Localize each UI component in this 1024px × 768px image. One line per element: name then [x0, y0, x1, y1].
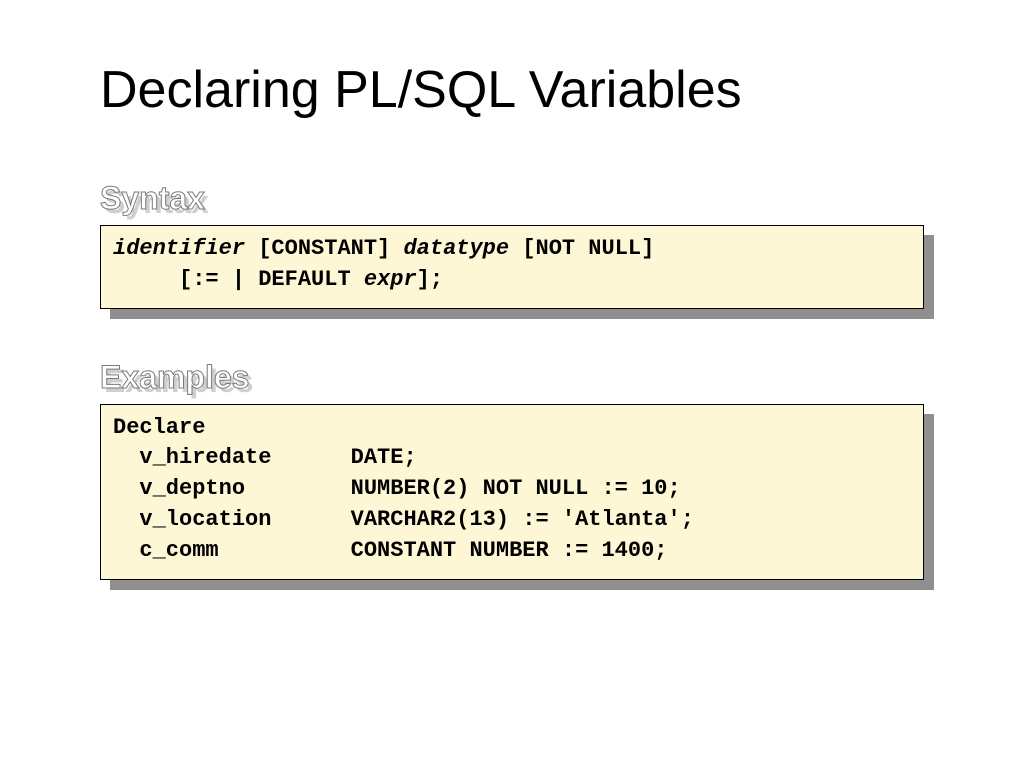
syntax-codebox: identifier [CONSTANT] datatype [NOT NULL… [100, 225, 924, 309]
syntax-token-end: ]; [417, 267, 443, 292]
examples-line-3: v_location VARCHAR2(13) := 'Atlanta'; [113, 507, 694, 532]
page-title: Declaring PL/SQL Variables [100, 60, 924, 120]
syntax-token-constant: [CONSTANT] [245, 236, 403, 261]
syntax-token-identifier: identifier [113, 236, 245, 261]
examples-line-4: c_comm CONSTANT NUMBER := 1400; [113, 538, 924, 563]
syntax-heading-front: Syntax [100, 180, 205, 216]
examples-heading: Examples Examples [100, 359, 249, 396]
syntax-token-notnull: [NOT NULL] [509, 236, 681, 261]
syntax-token-expr: expr [364, 267, 417, 292]
examples-codebox-wrap: Declare v_hiredate DATE; v_deptno NUMBER… [100, 404, 924, 580]
examples-line-2: v_deptno NUMBER(2) NOT NULL := 10; [113, 476, 681, 501]
syntax-token-indent [113, 267, 179, 292]
examples-line-0: Declare [113, 415, 205, 440]
syntax-token-datatype: datatype [403, 236, 509, 261]
slide: Declaring PL/SQL Variables Syntax Syntax… [0, 0, 1024, 768]
syntax-codebox-wrap: identifier [CONSTANT] datatype [NOT NULL… [100, 225, 924, 309]
syntax-heading: Syntax Syntax [100, 180, 205, 217]
examples-codebox: Declare v_hiredate DATE; v_deptno NUMBER… [100, 404, 924, 580]
examples-heading-front: Examples [100, 359, 249, 395]
examples-line-1: v_hiredate DATE; [113, 445, 417, 470]
syntax-token-assign: [:= | DEFAULT [179, 267, 364, 292]
